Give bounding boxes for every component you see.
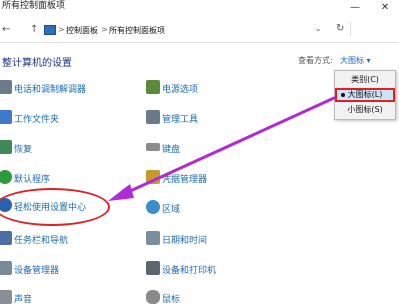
annotation-arrow-icon xyxy=(108,96,336,201)
devices-printers-icon xyxy=(146,261,160,275)
item-label: 日期和时间 xyxy=(162,236,208,246)
menu-item-category[interactable]: 类别(C) xyxy=(335,73,395,87)
breadcrumb-separator: > xyxy=(58,25,65,34)
item-label: 区域 xyxy=(162,205,181,215)
address-dropdown-icon[interactable]: ⌄ xyxy=(315,24,322,33)
recovery-icon xyxy=(0,140,12,154)
modem-icon xyxy=(0,80,12,94)
item-label: 设备和打印机 xyxy=(162,266,217,276)
item-label: 管理工具 xyxy=(162,115,199,125)
breadcrumb-separator: > xyxy=(101,25,108,34)
taskbar-icon xyxy=(0,231,12,245)
item-label: 键盘 xyxy=(162,145,181,155)
back-arrow-icon[interactable]: ← xyxy=(2,24,10,35)
item-label: 电源选项 xyxy=(162,85,199,95)
menu-item-large-icons[interactable]: 大图标(L) xyxy=(335,88,395,102)
title-bar: 所有控制面板项 xyxy=(0,0,399,20)
selected-radio-icon xyxy=(341,93,345,97)
view-by-label: 查看方式: xyxy=(298,56,333,65)
up-arrow-icon[interactable]: ↑ xyxy=(30,24,38,35)
menu-item-label: 大图标(L) xyxy=(347,90,383,99)
minimize-button[interactable]: — xyxy=(348,2,362,14)
item-label: 任务栏和导航 xyxy=(14,236,69,246)
item-label: 工作文件夹 xyxy=(14,115,60,125)
region-icon xyxy=(146,200,160,214)
item-label: 设备管理器 xyxy=(14,266,60,276)
work-folder-icon xyxy=(0,110,12,124)
mouse-icon xyxy=(146,290,160,304)
power-options-icon xyxy=(146,80,160,94)
admin-tools-icon xyxy=(146,110,160,124)
menu-item-small-icons[interactable]: 小图标(S) xyxy=(335,103,395,117)
default-programs-icon xyxy=(0,170,12,184)
close-button[interactable]: ✕ xyxy=(378,2,392,14)
refresh-icon[interactable]: ↻ xyxy=(336,23,344,34)
window-title: 所有控制面板项 xyxy=(2,1,66,11)
page-heading: 整计算机的设置 xyxy=(2,58,72,69)
search-input[interactable] xyxy=(350,22,399,36)
item-label: 电话和调制解调器 xyxy=(14,85,87,95)
control-panel-icon xyxy=(44,25,56,35)
item-label: 鼠标 xyxy=(162,295,181,305)
item-label: 恢复 xyxy=(14,145,33,155)
view-by-selector[interactable]: 大图标 ▾ xyxy=(340,55,371,66)
item-label: 声音 xyxy=(14,295,33,305)
highlight-ellipse xyxy=(0,188,110,226)
item-label: 默认程序 xyxy=(14,175,51,185)
date-time-icon xyxy=(146,231,160,245)
credential-manager-icon xyxy=(146,170,160,184)
item-label: 凭据管理器 xyxy=(162,175,208,185)
sound-icon xyxy=(0,290,12,304)
device-manager-icon xyxy=(0,261,12,275)
breadcrumb-all-items[interactable]: 所有控制面板项 xyxy=(109,25,165,36)
keyboard-icon xyxy=(146,143,160,151)
breadcrumb-control-panel[interactable]: 控制面板 xyxy=(66,25,98,36)
view-by-menu: 类别(C) 大图标(L) 小图标(S) xyxy=(334,70,396,120)
